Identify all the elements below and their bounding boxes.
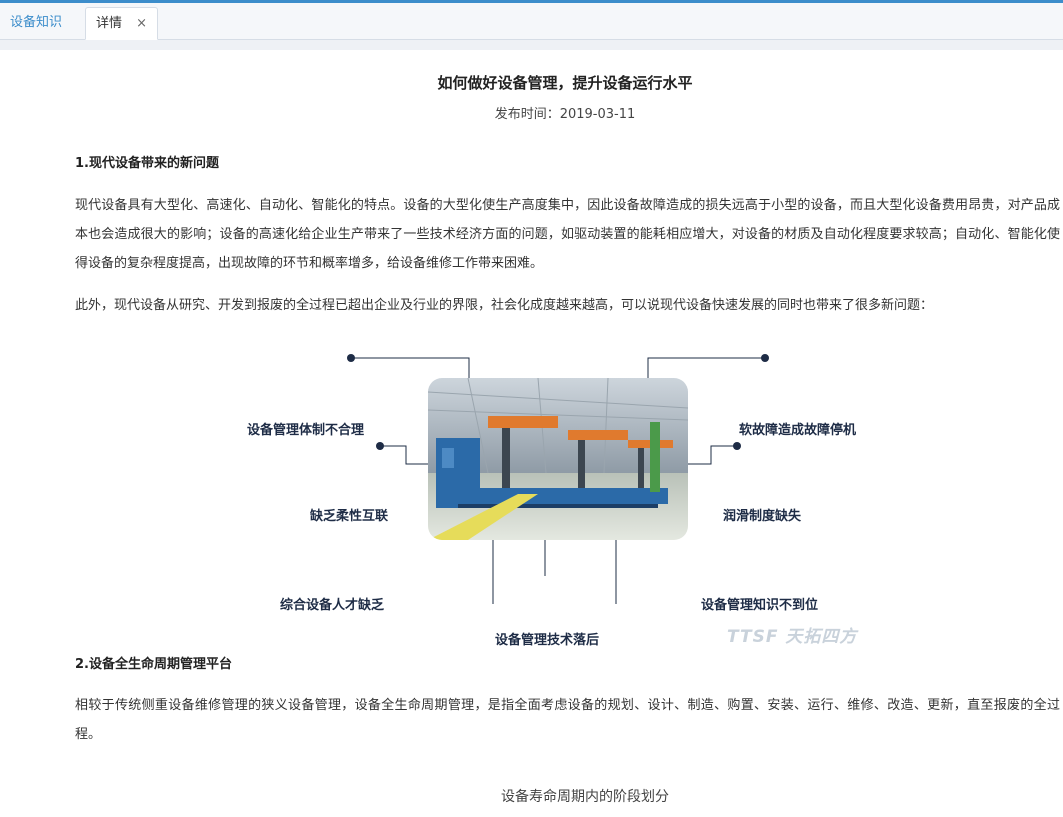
content-top-strip [0, 40, 1063, 50]
section1-heading: 1.现代设备带来的新问题 [75, 156, 219, 171]
tab-detail-label: 详情 [96, 16, 123, 31]
tab-equipment-knowledge-label: 设备知识 [10, 15, 63, 30]
figure-label-soft-fault: 软故障造成故障停机 [739, 423, 857, 438]
figure-label-flex: 缺乏柔性互联 [310, 509, 389, 524]
article-content: 如何做好设备管理，提升设备运行水平 发布时间：2019-03-11 1.现代设备… [0, 50, 1063, 817]
figure-label-tech: 设备管理技术落后 [495, 633, 600, 648]
factory-production-line-image [428, 378, 688, 540]
section1-paragraph1: 现代设备具有大型化、高速化、自动化、智能化的特点。设备的大型化使生产高度集中，因… [75, 198, 1060, 271]
tab-equipment-knowledge[interactable]: 设备知识 [0, 7, 77, 40]
figure-label-system: 设备管理体制不合理 [247, 423, 365, 438]
figure-label-lube: 润滑制度缺失 [723, 509, 802, 524]
close-icon[interactable]: × [136, 8, 147, 39]
figure-label-talent: 综合设备人才缺乏 [280, 598, 385, 613]
figure2-title: 设备寿命周期内的阶段划分 [501, 789, 669, 805]
equipment-problems-figure: 设备管理体制不合理 软故障造成故障停机 缺乏柔性互联 润滑制度缺失 综合设备人才… [245, 346, 885, 648]
section2-heading: 2.设备全生命周期管理平台 [75, 657, 232, 672]
section2-paragraph1: 相较于传统侧重设备维修管理的狭义设备管理，设备全生命周期管理，是指全面考虑设备的… [75, 698, 1060, 742]
figure-watermark: TTSF 天拓四方 [727, 627, 858, 647]
figure-label-knowledge: 设备管理知识不到位 [701, 598, 819, 613]
section1-paragraph2: 此外，现代设备从研究、开发到报废的全过程已超出企业及行业的界限，社会化成度越来越… [75, 298, 934, 313]
tab-bar: 设备知识 详情 × [0, 3, 1063, 40]
publish-date: 发布时间：2019-03-11 [494, 107, 636, 122]
article-title: 如何做好设备管理，提升设备运行水平 [437, 74, 693, 92]
tab-detail[interactable]: 详情 × [85, 7, 158, 40]
